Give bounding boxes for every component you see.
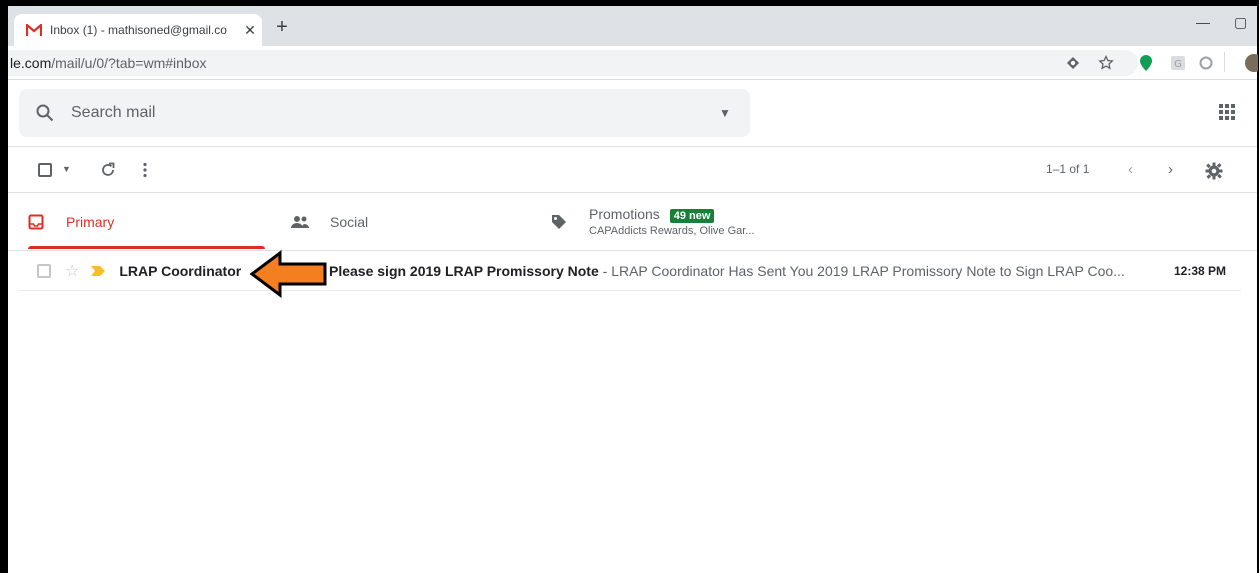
extension-grammarly-icon[interactable]: G bbox=[1170, 55, 1186, 71]
google-apps-grid-icon[interactable] bbox=[1218, 103, 1236, 121]
email-row[interactable]: ☆ LRAP Coordinator Please sign 2019 LRAP… bbox=[19, 251, 1241, 291]
new-count-badge: 49 new bbox=[669, 209, 715, 223]
new-tab-button[interactable]: + bbox=[268, 16, 296, 39]
tab-close-icon[interactable]: ✕ bbox=[238, 22, 262, 39]
address-bar[interactable]: le.com/mail/u/0/?tab=wm#inbox bbox=[8, 50, 1138, 76]
browser-tab-title: Inbox (1) - mathisoned@gmail.co bbox=[50, 23, 227, 37]
browser-toolbar: le.com/mail/u/0/?tab=wm#inbox G bbox=[8, 46, 1258, 80]
tag-icon bbox=[552, 214, 566, 229]
people-icon bbox=[291, 215, 309, 228]
pagination-count: 1–1 of 1 bbox=[1046, 162, 1090, 176]
browser-tab-gmail[interactable]: Inbox (1) - mathisoned@gmail.co ✕ bbox=[14, 14, 262, 46]
browser-tab-strip: Inbox (1) - mathisoned@gmail.co ✕ + — ▢ bbox=[8, 6, 1257, 46]
tab-social[interactable]: Social bbox=[290, 193, 368, 250]
gmail-logo-icon bbox=[26, 24, 42, 36]
lens-icon[interactable] bbox=[1066, 56, 1080, 70]
search-icon[interactable] bbox=[36, 104, 54, 122]
category-tabs: Primary Social Promotions 49 new CAPAddi… bbox=[8, 193, 1257, 250]
promotions-senders-preview: CAPAddicts Rewards, Olive Gar... bbox=[589, 225, 755, 237]
toolbar-separator bbox=[1224, 52, 1225, 72]
important-marker-icon[interactable] bbox=[91, 265, 106, 276]
inbox-icon bbox=[28, 214, 44, 229]
minimize-button[interactable]: — bbox=[1196, 14, 1210, 30]
svg-text:G: G bbox=[1174, 59, 1182, 70]
email-subject: Please sign 2019 LRAP Promissory Note bbox=[329, 262, 599, 279]
older-page-chevron-icon[interactable]: › bbox=[1168, 161, 1173, 178]
tab-primary-label: Primary bbox=[66, 213, 115, 230]
tab-primary[interactable]: Primary bbox=[26, 193, 114, 250]
search-input[interactable]: Search mail bbox=[71, 104, 700, 122]
annotation-arrow-icon bbox=[250, 250, 327, 298]
refresh-icon[interactable] bbox=[100, 162, 116, 178]
url-path: /mail/u/0/?tab=wm#inbox bbox=[51, 55, 207, 71]
mail-toolbar: ▼ 1–1 of 1 ‹ › bbox=[8, 152, 1257, 190]
star-icon[interactable]: ☆ bbox=[65, 261, 79, 281]
active-tab-indicator bbox=[28, 246, 265, 249]
email-snippet: - LRAP Coordinator Has Sent You 2019 LRA… bbox=[598, 262, 1125, 279]
profile-avatar-icon[interactable] bbox=[1244, 53, 1258, 73]
newer-page-chevron-icon[interactable]: ‹ bbox=[1128, 161, 1133, 178]
email-select-checkbox[interactable] bbox=[37, 263, 51, 278]
tab-promotions-label: Promotions bbox=[589, 206, 660, 222]
tab-social-label: Social bbox=[330, 213, 369, 230]
tab-promotions[interactable]: Promotions 49 new CAPAddicts Rewards, Ol… bbox=[549, 193, 754, 250]
url-host: le.com bbox=[10, 55, 52, 71]
more-options-icon[interactable] bbox=[142, 162, 148, 178]
email-time: 12:38 PM bbox=[1173, 263, 1226, 278]
header-divider bbox=[8, 146, 1257, 147]
email-content: Please sign 2019 LRAP Promissory Note - … bbox=[329, 263, 1139, 279]
bookmark-star-icon[interactable] bbox=[1098, 55, 1114, 71]
search-bar[interactable]: Search mail ▼ bbox=[19, 89, 750, 137]
search-options-caret-icon[interactable]: ▼ bbox=[700, 106, 750, 120]
select-all-checkbox[interactable] bbox=[38, 163, 52, 182]
maximize-button[interactable]: ▢ bbox=[1234, 14, 1247, 31]
extension-green-icon[interactable] bbox=[1138, 54, 1154, 72]
extension-circle-icon[interactable] bbox=[1198, 55, 1214, 71]
select-dropdown-caret-icon[interactable]: ▼ bbox=[62, 164, 71, 174]
settings-gear-icon[interactable] bbox=[1205, 162, 1223, 180]
